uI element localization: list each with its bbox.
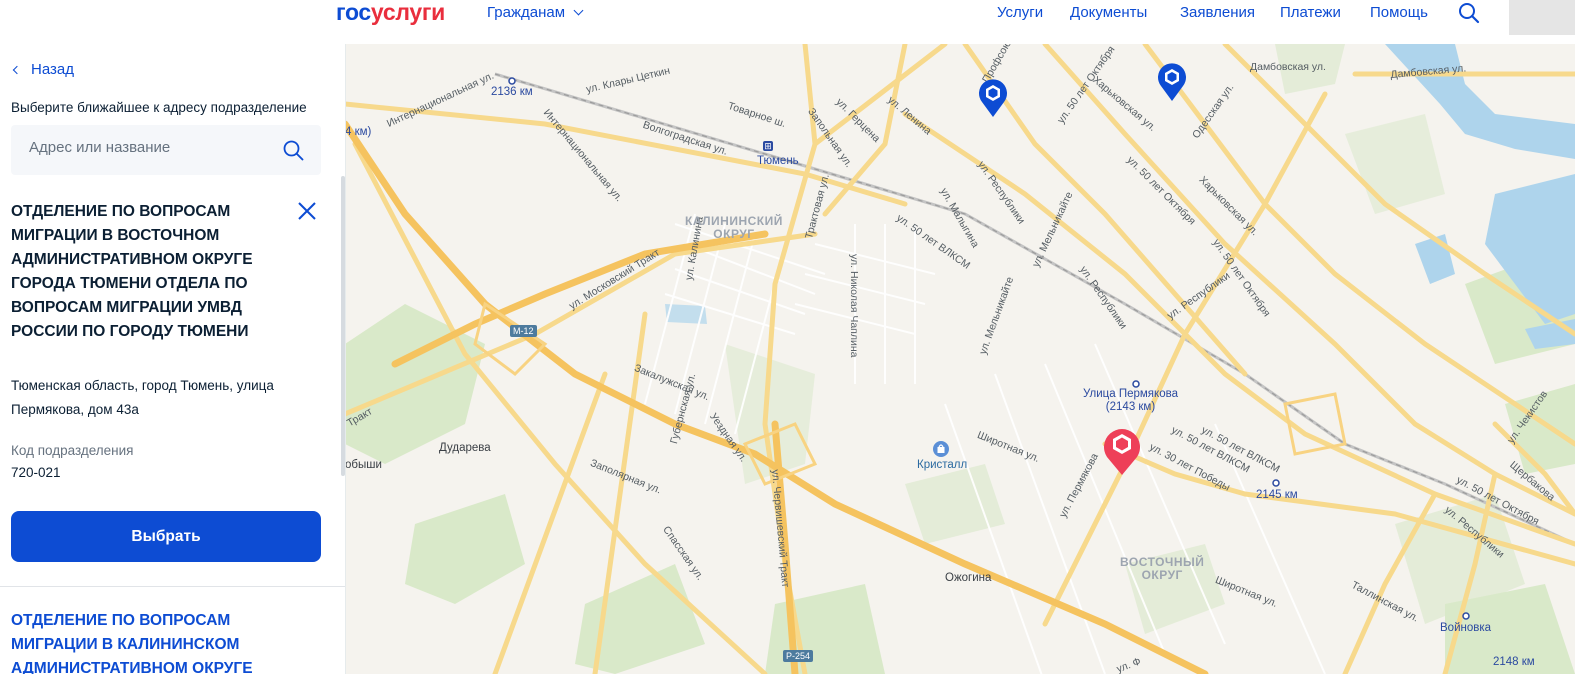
office-search	[11, 125, 321, 175]
nav-help[interactable]: Помощь	[1370, 4, 1428, 21]
station-label: Улица Пермякова (2143 км)	[1083, 388, 1178, 413]
divider	[0, 586, 345, 587]
office-list-item-title[interactable]: ОТДЕЛЕНИЕ ПО ВОПРОСАМ МИГРАЦИИ В КАЛИНИН…	[11, 609, 291, 674]
selected-office-pin-icon[interactable]	[1102, 424, 1142, 476]
profile-placeholder[interactable]	[1509, 0, 1575, 35]
station-label: 4 км)	[345, 126, 372, 138]
station-icon[interactable]	[508, 77, 516, 85]
station-label: 2148 км	[1493, 656, 1535, 668]
search-icon[interactable]	[283, 140, 304, 161]
station-icon[interactable]	[1462, 612, 1470, 620]
district-label: ВОСТОЧНЫЙ ОКРУГ	[1120, 555, 1205, 582]
logo-part2: услуги	[370, 0, 445, 25]
office-pin-icon[interactable]	[1157, 60, 1187, 102]
map-view[interactable]: ул. Клары Цеткин Товарное ш. Интернацион…	[345, 44, 1575, 674]
gosuslugi-logo[interactable]: госуслуги	[336, 0, 445, 27]
back-label: Назад	[31, 61, 74, 78]
office-pin-icon[interactable]	[978, 76, 1008, 118]
office-list-panel: Назад Выберите ближайшее к адресу подраз…	[0, 44, 346, 674]
office-code-value: 720-021	[11, 465, 61, 480]
citizens-menu-label: Гражданам	[487, 4, 566, 21]
place-label: Дударева	[439, 442, 491, 454]
search-icon[interactable]	[1458, 2, 1480, 24]
choose-button[interactable]: Выбрать	[11, 511, 321, 562]
selected-office-title: ОТДЕЛЕНИЕ ПО ВОПРОСАМ МИГРАЦИИ В ВОСТОЧН…	[11, 203, 253, 340]
nav-payments[interactable]: Платежи	[1280, 4, 1341, 21]
site-header: госуслуги Гражданам Услуги Документы Зая…	[0, 0, 1575, 44]
district-label: КАЛИНИНСКИЙ ОКРУГ	[685, 214, 783, 241]
select-hint: Выберите ближайшее к адресу подразделени…	[11, 100, 307, 115]
back-link[interactable]: Назад	[11, 61, 74, 78]
station-icon[interactable]	[1272, 479, 1280, 487]
station-label: Войновка	[1440, 622, 1492, 634]
logo-part1: гос	[336, 0, 371, 25]
train-station-icon[interactable]: ⊞	[763, 141, 773, 151]
nav-documents[interactable]: Документы	[1070, 4, 1147, 21]
close-icon[interactable]	[297, 201, 317, 221]
station-label: 2136 км	[491, 86, 533, 98]
office-code-label: Код подразделения	[11, 443, 134, 458]
station-icon[interactable]	[1132, 380, 1140, 388]
nav-services[interactable]: Услуги	[997, 4, 1043, 21]
road-shield: М-12	[510, 325, 537, 337]
office-address: Тюменская область, город Тюмень, улица П…	[11, 378, 274, 417]
place-label: обыши	[345, 459, 382, 471]
chevron-down-icon	[573, 5, 584, 15]
shopping-bag-icon[interactable]	[932, 440, 950, 458]
chevron-left-icon	[12, 65, 22, 74]
place-label: Ожогина	[945, 572, 992, 584]
nav-applications[interactable]: Заявления	[1180, 4, 1255, 21]
panel-scrollbar[interactable]	[341, 176, 345, 476]
place-label: Кристалл	[917, 459, 968, 471]
road-shield: Р-254	[783, 650, 814, 662]
citizens-menu[interactable]: Гражданам	[487, 4, 584, 21]
office-search-input[interactable]	[29, 139, 269, 156]
station-label: Тюмень	[757, 155, 799, 167]
station-label: 2145 км	[1256, 489, 1298, 501]
